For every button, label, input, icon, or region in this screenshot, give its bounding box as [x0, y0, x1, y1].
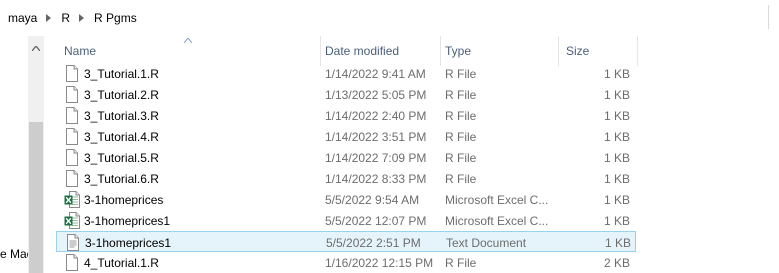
file-type: R File: [445, 150, 477, 165]
file-type: Microsoft Excel C...: [445, 192, 549, 207]
column-header-name-label: Name: [64, 44, 97, 58]
column-header-name[interactable]: Name: [64, 36, 324, 66]
document-icon: [64, 170, 80, 187]
column-header-size[interactable]: Size: [566, 36, 636, 66]
document-icon: [64, 86, 80, 103]
file-size: 1 KB: [603, 171, 630, 186]
file-name: 3-1homeprices1: [85, 235, 172, 250]
column-divider[interactable]: [637, 36, 638, 66]
column-header-type-label: Type: [445, 44, 472, 58]
file-date-modified: 5/5/2022 9:54 AM: [325, 192, 420, 207]
file-size: 1 KB: [603, 129, 630, 144]
file-size: 1 KB: [603, 66, 630, 81]
file-type: Microsoft Excel C...: [445, 213, 549, 228]
document-icon: [64, 254, 80, 271]
file-size: 1 KB: [603, 87, 630, 102]
breadcrumb-item-r-pgms[interactable]: R Pgms: [90, 11, 141, 25]
file-explorer-window: maya R R Pgms e Mac Name Date modified T…: [0, 0, 779, 273]
column-headers: Name Date modified Type Size: [56, 36, 638, 66]
breadcrumb: maya R R Pgms: [4, 7, 141, 29]
file-row[interactable]: 3_Tutorial.4.R 1/14/2022 3:51 PM R File 1 K…: [56, 126, 636, 147]
file-name: 3-1homeprices1: [84, 213, 171, 228]
sort-ascending-icon: [184, 38, 192, 43]
column-divider[interactable]: [440, 36, 441, 66]
file-row[interactable]: 3_Tutorial.2.R 1/13/2022 5:05 PM R File 1 K…: [56, 84, 636, 105]
file-date-modified: 1/14/2022 7:09 PM: [325, 150, 427, 165]
column-header-size-label: Size: [566, 44, 590, 58]
address-bar-divider: [768, 5, 769, 29]
file-name: 3_Tutorial.4.R: [84, 129, 159, 144]
file-size: 1 KB: [604, 235, 631, 250]
address-bar[interactable]: maya R R Pgms: [0, 0, 779, 36]
column-divider[interactable]: [320, 36, 321, 66]
file-date-modified: 5/5/2022 2:51 PM: [326, 235, 421, 250]
file-name: 3_Tutorial.5.R: [84, 150, 159, 165]
file-size: 1 KB: [603, 192, 630, 207]
breadcrumb-chevron-right-icon[interactable]: [41, 7, 57, 29]
column-header-date[interactable]: Date modified: [325, 36, 440, 66]
file-date-modified: 1/14/2022 9:41 AM: [325, 66, 426, 81]
breadcrumb-item-r[interactable]: R: [57, 11, 74, 25]
breadcrumb-item-maya[interactable]: maya: [4, 11, 41, 25]
file-row[interactable]: 3-1homeprices 5/5/2022 9:54 AM Microsoft E…: [56, 189, 636, 210]
column-divider[interactable]: [558, 36, 559, 66]
file-type: R File: [445, 108, 477, 123]
file-row[interactable]: 3-1homeprices1 5/5/2022 12:07 PM Microsoft…: [56, 210, 636, 231]
document-icon: [64, 65, 80, 82]
file-row[interactable]: 3_Tutorial.6.R 1/14/2022 8:33 PM R File 1 K…: [56, 168, 636, 189]
file-name: 3_Tutorial.1.R: [84, 66, 159, 81]
nav-vertical-scrollbar[interactable]: [28, 36, 44, 273]
text-document-icon: [65, 234, 81, 251]
file-row[interactable]: 4_Tutorial.1.R 1/16/2022 12:15 PM R File 2 …: [56, 252, 636, 273]
file-type: R File: [445, 171, 477, 186]
file-size: 1 KB: [603, 150, 630, 165]
scroll-up-arrow-icon[interactable]: [28, 40, 44, 56]
file-name: 3_Tutorial.6.R: [84, 171, 159, 186]
file-type: R File: [445, 255, 477, 270]
column-header-type[interactable]: Type: [445, 36, 560, 66]
file-name: 3_Tutorial.2.R: [84, 87, 159, 102]
file-size: 1 KB: [603, 108, 630, 123]
column-header-date-label: Date modified: [325, 44, 400, 58]
file-type: Text Document: [446, 235, 527, 250]
document-icon: [64, 128, 80, 145]
file-date-modified: 1/14/2022 8:33 PM: [325, 171, 427, 186]
file-name: 3_Tutorial.3.R: [84, 108, 159, 123]
file-type: R File: [445, 129, 477, 144]
excel-csv-icon: [64, 191, 80, 208]
document-icon: [64, 149, 80, 166]
file-type: R File: [445, 66, 477, 81]
file-size: 2 KB: [603, 255, 630, 270]
excel-csv-icon: [64, 212, 80, 229]
file-name: 3-1homeprices: [84, 192, 164, 207]
file-row[interactable]: 3_Tutorial.1.R 1/14/2022 9:41 AM R File 1 K…: [56, 63, 636, 84]
file-date-modified: 5/5/2022 12:07 PM: [325, 213, 427, 228]
file-row[interactable]: 3_Tutorial.5.R 1/14/2022 7:09 PM R File 1 K…: [56, 147, 636, 168]
file-date-modified: 1/14/2022 3:51 PM: [325, 129, 427, 144]
file-type: R File: [445, 87, 477, 102]
breadcrumb-chevron-right-icon[interactable]: [74, 7, 90, 29]
file-date-modified: 1/16/2022 12:15 PM: [325, 255, 434, 270]
file-row[interactable]: 3-1homeprices1 5/5/2022 2:51 PM Text Docum…: [56, 231, 636, 252]
document-icon: [64, 107, 80, 124]
file-name: 4_Tutorial.1.R: [84, 255, 159, 270]
file-date-modified: 1/14/2022 2:40 PM: [325, 108, 427, 123]
file-row[interactable]: 3_Tutorial.3.R 1/14/2022 2:40 PM R File 1 K…: [56, 105, 636, 126]
file-size: 1 KB: [603, 213, 630, 228]
scrollbar-thumb[interactable]: [29, 122, 43, 273]
file-date-modified: 1/13/2022 5:05 PM: [325, 87, 427, 102]
